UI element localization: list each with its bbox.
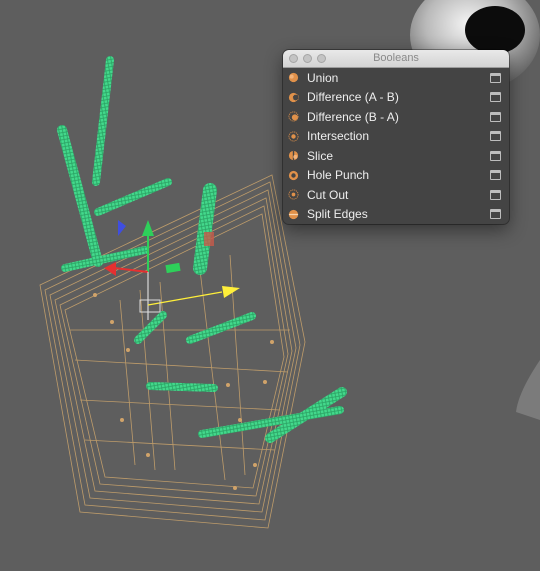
options-window-icon[interactable] (490, 131, 501, 142)
menu-item-label: Intersection (307, 129, 370, 144)
options-window-icon[interactable] (490, 209, 501, 220)
partial-object[interactable] (516, 360, 540, 420)
slice-icon (288, 150, 299, 161)
options-window-icon[interactable] (490, 189, 501, 200)
frame-vertex-dots (93, 293, 274, 490)
menu-item-label: Split Edges (307, 207, 368, 222)
difference-a-b-icon (288, 92, 299, 103)
menu-item[interactable]: Union (283, 68, 509, 88)
light-gizmo[interactable] (139, 286, 240, 313)
transform-gizmo[interactable] (104, 220, 181, 320)
booleans-panel: Booleans Union Difference (A - B) Differen… (283, 50, 509, 224)
options-window-icon[interactable] (490, 170, 501, 181)
menu-item[interactable]: Cut Out (283, 185, 509, 205)
cylinder (193, 183, 217, 275)
cylinder (134, 311, 167, 344)
menu-item-label: Slice (307, 148, 334, 163)
menu-item[interactable]: Hole Punch (283, 166, 509, 186)
union-icon (288, 72, 299, 83)
options-window-icon[interactable] (490, 92, 501, 103)
panel-titlebar[interactable]: Booleans (283, 50, 509, 68)
panel-title: Booleans (373, 52, 419, 64)
cylinder (186, 312, 256, 344)
cylinder (61, 246, 149, 272)
cylinder (146, 382, 218, 392)
menu-item[interactable]: Intersection (283, 127, 509, 147)
cylinder (94, 178, 172, 216)
menu-item-label: Difference (B - A) (307, 109, 399, 124)
difference-b-a-icon (288, 111, 299, 122)
menu-item-label: Cut Out (307, 187, 349, 202)
menu-item-label: Union (307, 70, 339, 85)
menu-item[interactable]: Difference (A - B) (283, 88, 509, 108)
cylinder (57, 125, 103, 267)
red-marker (204, 232, 214, 246)
hole-punch-icon (288, 170, 299, 181)
frame-wireframe[interactable] (39, 174, 306, 529)
cut-out-icon (288, 189, 299, 200)
cylinder (92, 56, 114, 186)
menu-item-label: Hole Punch (307, 168, 370, 183)
intersection-icon (288, 131, 299, 142)
options-window-icon[interactable] (490, 72, 501, 83)
menu-item-label: Difference (A - B) (307, 90, 399, 105)
menu-item[interactable]: Difference (B - A) (283, 107, 509, 127)
options-window-icon[interactable] (490, 150, 501, 161)
menu-item[interactable]: Slice (283, 146, 509, 166)
menu-item[interactable]: Split Edges (283, 205, 509, 225)
options-window-icon[interactable] (490, 111, 501, 122)
boolean-ops-list: Union Difference (A - B) Difference (B - A… (283, 68, 509, 224)
split-edges-icon (288, 209, 299, 220)
